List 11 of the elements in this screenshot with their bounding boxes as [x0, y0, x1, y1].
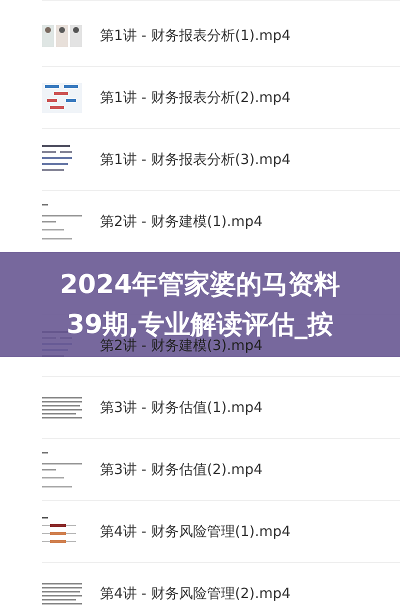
file-name[interactable]: 第4讲 - 财务风险管理(2).mp4: [100, 584, 291, 602]
file-name[interactable]: 第3讲 - 财务估值(2).mp4: [100, 460, 263, 478]
file-name[interactable]: 第4讲 - 财务风险管理(1).mp4: [100, 522, 291, 540]
file-name[interactable]: 第3讲 - 财务估值(1).mp4: [100, 398, 263, 416]
banner-title: 2024年管家婆的马资料39期,专业解读评估_按: [58, 268, 342, 340]
file-name[interactable]: 第2讲 - 财务建模(1).mp4: [100, 212, 263, 230]
video-thumbnail: [42, 450, 82, 488]
file-name[interactable]: 第1讲 - 财务报表分析(3).mp4: [100, 150, 291, 168]
video-thumbnail: [42, 202, 82, 240]
file-name[interactable]: 第1讲 - 财务报表分析(2).mp4: [100, 88, 291, 106]
file-name[interactable]: 第1讲 - 财务报表分析(1).mp4: [100, 26, 291, 44]
